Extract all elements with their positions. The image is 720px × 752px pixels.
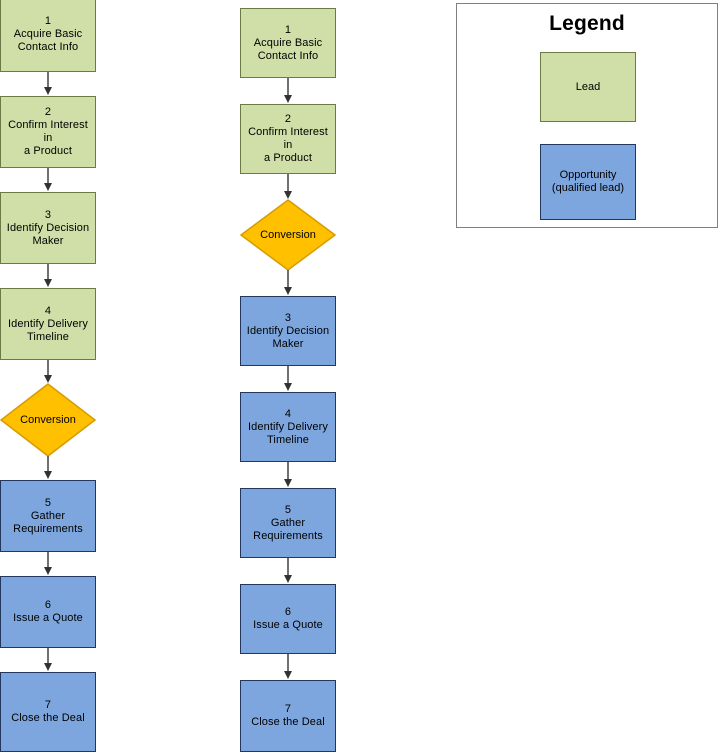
flow-node-l4[interactable]: 4 Identify Delivery Timeline bbox=[0, 288, 96, 360]
connector-m6-m7 bbox=[284, 558, 292, 583]
flow-node-label: 4 Identify Delivery Timeline bbox=[248, 407, 328, 446]
flow-node-label: 3 Identify Decision Maker bbox=[246, 311, 330, 350]
connector-l7-l8 bbox=[44, 648, 52, 671]
flow-node-m6[interactable]: 5 Gather Requirements bbox=[240, 488, 336, 558]
flow-node-label: 6 Issue a Quote bbox=[253, 606, 323, 631]
flow-node-m7[interactable]: 6 Issue a Quote bbox=[240, 584, 336, 654]
flow-node-label: 5 Gather Requirements bbox=[253, 503, 323, 542]
flow-node-label: 6 Issue a Quote bbox=[13, 599, 83, 624]
flow-node-label: 5 Gather Requirements bbox=[13, 496, 83, 535]
flow-node-l1[interactable]: 1 Acquire Basic Contact Info bbox=[0, 0, 96, 72]
flow-node-l3[interactable]: 3 Identify Decision Maker bbox=[0, 192, 96, 264]
connector-m7-m8 bbox=[284, 654, 292, 679]
connector-m1-m2 bbox=[284, 78, 292, 103]
connector-conversion-l6 bbox=[44, 456, 52, 479]
flow-node-label: 4 Identify Delivery Timeline bbox=[8, 304, 88, 343]
flow-node-m3-conversion[interactable]: Conversion bbox=[239, 199, 337, 271]
flow-node-m1[interactable]: 1 Acquire Basic Contact Info bbox=[240, 8, 336, 78]
connector-l4-conversion bbox=[44, 360, 52, 383]
legend-title: Legend bbox=[549, 12, 625, 35]
connector-conversion-m4 bbox=[284, 270, 292, 295]
diagram-canvas: 1 Acquire Basic Contact Info 2 Confirm I… bbox=[0, 0, 720, 752]
connector-l6-l7 bbox=[44, 552, 52, 575]
connector-m5-m6 bbox=[284, 462, 292, 487]
flow-node-label: 1 Acquire Basic Contact Info bbox=[253, 23, 323, 62]
flow-node-label: Conversion bbox=[20, 413, 76, 426]
connector-l2-l3 bbox=[44, 168, 52, 191]
flow-node-l8[interactable]: 7 Close the Deal bbox=[0, 672, 96, 752]
flow-node-l7[interactable]: 6 Issue a Quote bbox=[0, 576, 96, 648]
flow-node-label: 7 Close the Deal bbox=[11, 699, 85, 724]
legend-swatch-label: Lead bbox=[575, 80, 601, 93]
legend-swatch-lead: Lead bbox=[540, 52, 636, 122]
flow-node-label: Conversion bbox=[260, 228, 316, 241]
connector-m4-m5 bbox=[284, 366, 292, 391]
legend-swatch-label: Opportunity (qualified lead) bbox=[551, 169, 625, 194]
flow-node-l6[interactable]: 5 Gather Requirements bbox=[0, 480, 96, 552]
connector-l3-l4 bbox=[44, 264, 52, 287]
flow-node-label: 3 Identify Decision Maker bbox=[6, 208, 90, 247]
flow-node-label: 2 Confirm Interest in a Product bbox=[248, 113, 328, 164]
flow-node-m4[interactable]: 3 Identify Decision Maker bbox=[240, 296, 336, 366]
flow-node-m8[interactable]: 7 Close the Deal bbox=[240, 680, 336, 752]
flow-node-l2[interactable]: 2 Confirm Interest in a Product bbox=[0, 96, 96, 168]
flow-node-m5[interactable]: 4 Identify Delivery Timeline bbox=[240, 392, 336, 462]
connector-m2-conversion bbox=[284, 174, 292, 199]
legend-swatch-opportunity: Opportunity (qualified lead) bbox=[540, 144, 636, 220]
connector-l1-l2 bbox=[44, 72, 52, 95]
flow-node-l5-conversion[interactable]: Conversion bbox=[0, 383, 97, 457]
flow-node-m2[interactable]: 2 Confirm Interest in a Product bbox=[240, 104, 336, 174]
flow-node-label: 1 Acquire Basic Contact Info bbox=[13, 15, 83, 53]
flow-node-label: 7 Close the Deal bbox=[251, 703, 325, 728]
flow-node-label: 2 Confirm Interest in a Product bbox=[8, 106, 88, 157]
